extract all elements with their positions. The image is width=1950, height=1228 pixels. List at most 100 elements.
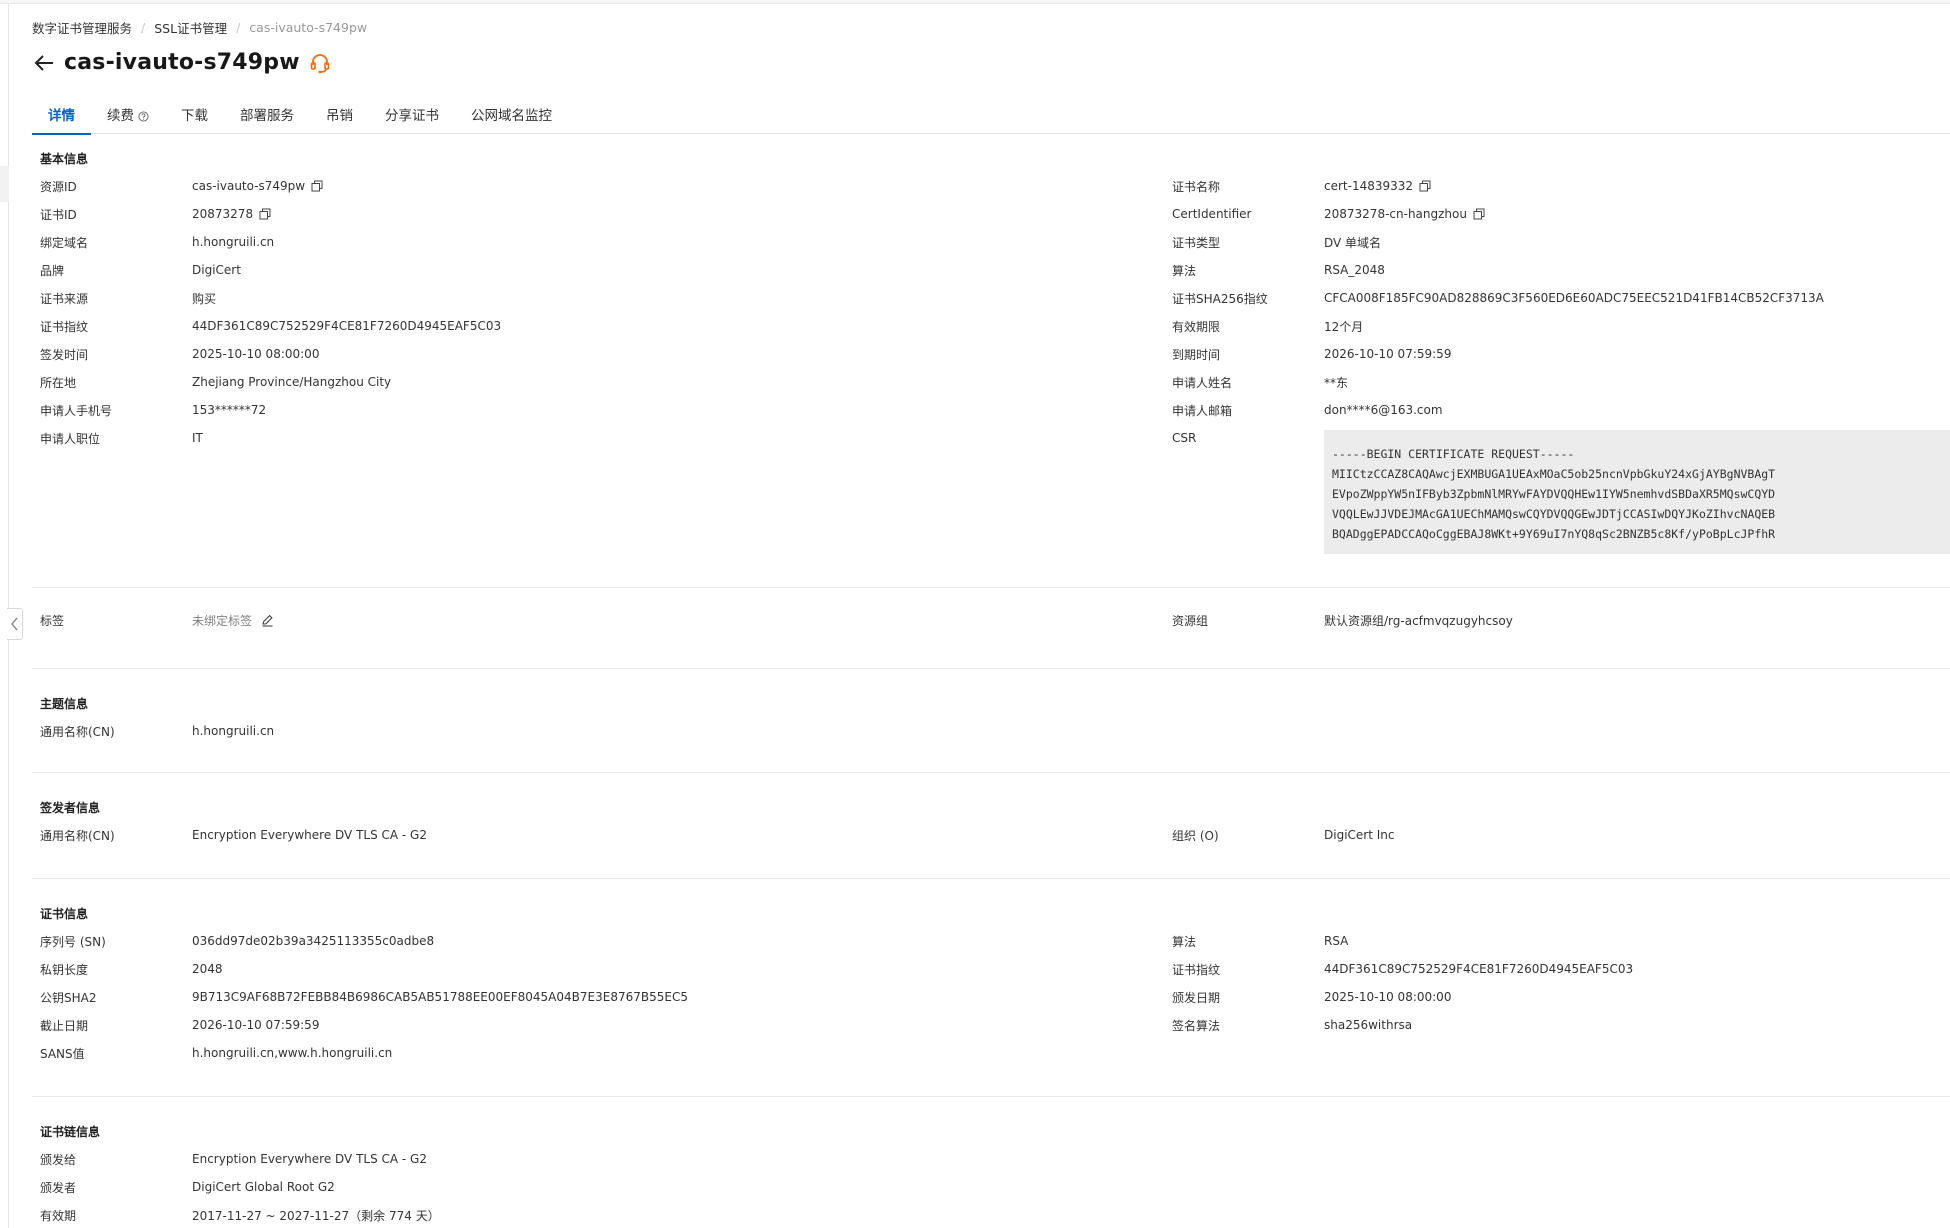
section-title: 主题信息 (40, 697, 89, 711)
field-row: 资源组 默认资源组/rg-acfmvqzugyhcsoy (1172, 613, 1513, 628)
edit-pencil-icon[interactable] (261, 614, 274, 627)
applicant-phone-value: 153******72 (192, 403, 267, 417)
serial-number-value: 036dd97de02b39a3425113355c0adbe8 (192, 934, 435, 948)
issuer-grid: 通用名称(CN) Encryption Everywhere DV TLS CA … (32, 821, 1950, 849)
sha256-fingerprint-value: CFCA008F185FC90AD828869C3F560ED6E60ADC75… (1324, 291, 1824, 305)
cert-info-right-column: 算法 RSA 证书指纹 44DF361C89C752529F4CE81F7260D4… (1164, 927, 1950, 1039)
breadcrumb-item-cas[interactable]: 数字证书管理服务 (32, 18, 132, 37)
copy-icon[interactable] (1473, 208, 1485, 220)
applicant-email-value: don****6@163.com (1324, 403, 1443, 417)
issuer-cn-value: Encryption Everywhere DV TLS CA - G2 (192, 828, 427, 842)
section-title: 基本信息 (40, 152, 89, 166)
chain-validity-value: 2017-11-27 ~ 2027-11-27（剩余 774 天） (192, 1208, 440, 1223)
copy-icon[interactable] (311, 180, 323, 192)
field-row: SANS值 h.hongruili.cn,www.h.hongruili.cn (40, 1046, 393, 1061)
field-row: 证书ID 20873278 (32, 200, 1162, 228)
field-row: 签发时间 2025-10-10 08:00:00 (40, 347, 320, 362)
field-row: 所在地 Zhejiang Province/Hangzhou City (40, 375, 392, 390)
back-arrow-icon[interactable] (32, 51, 56, 75)
detail-content: 基本信息 资源ID cas-ivauto-s749pw 证书ID 20873278 … (32, 150, 1950, 1228)
field-row: 证书SHA256指纹 CFCA008F185FC90AD828869C3F560E… (1172, 291, 1824, 306)
field-row: 有效期 2017-11-27 ~ 2027-11-27（剩余 774 天） (40, 1208, 440, 1223)
basic-info-left-column: 资源ID cas-ivauto-s749pw 证书ID 20873278 绑定域名 h… (32, 172, 1162, 452)
tab-bar: 详情 续费 下载 部署服务 吊销 分享证书 公网域名监控 (32, 98, 1950, 135)
tab-domain-monitor[interactable]: 公网域名监控 (455, 98, 568, 134)
tab-download[interactable]: 下载 (165, 98, 224, 134)
subject-cn-value: h.hongruili.cn (192, 724, 275, 738)
bound-domain-value: h.hongruili.cn (192, 235, 275, 249)
issue-time-value: 2025-10-10 08:00:00 (192, 347, 320, 361)
resource-group-value: 默认资源组/rg-acfmvqzugyhcsoy (1324, 613, 1513, 628)
breadcrumb: 数字证书管理服务 / SSL证书管理 / cas-ivauto-s749pw (32, 18, 367, 37)
field-row: 证书类型 DV 单域名 (1172, 235, 1382, 250)
section-subject-info: 主题信息 通用名称(CN) h.hongruili.cn (32, 669, 1950, 773)
field-row: 颁发给 Encryption Everywhere DV TLS CA - G2 (40, 1152, 427, 1167)
sidebar-expand-button[interactable] (7, 608, 23, 640)
field-row: 到期时间 2026-10-10 07:59:59 (1172, 347, 1452, 362)
tab-share[interactable]: 分享证书 (369, 98, 455, 134)
tags-value: 未绑定标签 (192, 613, 253, 628)
brand-value: DigiCert (192, 263, 241, 277)
field-row: 算法 RSA (1172, 934, 1349, 949)
tab-revoke[interactable]: 吊销 (310, 98, 369, 134)
chain-issued-to-value: Encryption Everywhere DV TLS CA - G2 (192, 1152, 427, 1166)
section-title: 证书链信息 (40, 1125, 101, 1139)
field-row: 证书指纹 44DF361C89C752529F4CE81F7260D4945EAF… (40, 319, 502, 334)
help-circle-icon[interactable] (138, 110, 149, 122)
tab-details[interactable]: 详情 (32, 98, 91, 135)
tags-right-column: 资源组 默认资源组/rg-acfmvqzugyhcsoy (1164, 606, 1950, 634)
cert-fingerprint-value: 44DF361C89C752529F4CE81F7260D4945EAF5C03 (1324, 962, 1634, 976)
field-row: 通用名称(CN) Encryption Everywhere DV TLS CA … (40, 828, 427, 843)
cert-info-grid: 序列号 (SN) 036dd97de02b39a3425113355c0adbe8… (32, 927, 1950, 1067)
copy-icon[interactable] (1419, 180, 1431, 192)
field-row: 通用名称(CN) h.hongruili.cn (40, 724, 275, 739)
field-row: 申请人手机号 153******72 (40, 403, 267, 418)
validity-period-value: 12个月 (1324, 319, 1364, 334)
chevron-left-icon (10, 617, 18, 631)
cert-source-value: 购买 (192, 291, 217, 306)
page-header: cas-ivauto-s749pw (32, 50, 331, 75)
tab-deploy[interactable]: 部署服务 (224, 98, 310, 134)
basic-info-right-column: 证书名称 cert-14839332 CertIdentifier 20873278… (1164, 172, 1950, 452)
section-cert-info: 证书信息 序列号 (SN) 036dd97de02b39a3425113355c0… (32, 879, 1950, 1097)
field-row: 颁发者 DigiCert Global Root G2 (40, 1180, 335, 1195)
section-chain-info: 证书链信息 颁发给 Encryption Everywhere DV TLS CA… (32, 1097, 1950, 1228)
section-issuer-info: 签发者信息 通用名称(CN) Encryption Everywhere DV T… (32, 773, 1950, 879)
expiry-time-value: 2026-10-10 07:59:59 (1324, 347, 1452, 361)
copy-icon[interactable] (259, 208, 271, 220)
section-tags: 标签 未绑定标签 资源组 默认资源组/rg-acfmvqzugyhcsoy (32, 588, 1950, 669)
cert-identifier-value: 20873278-cn-hangzhou (1324, 207, 1467, 221)
tab-renew[interactable]: 续费 (91, 98, 165, 134)
field-row: 有效期限 12个月 (1172, 319, 1364, 334)
issuer-org-value: DigiCert Inc (1324, 828, 1395, 842)
location-value: Zhejiang Province/Hangzhou City (192, 375, 392, 389)
cert-algorithm-value: RSA (1324, 934, 1349, 948)
sans-value: h.hongruili.cn,www.h.hongruili.cn (192, 1046, 393, 1060)
csr-text-box[interactable]: -----BEGIN CERTIFICATE REQUEST----- MIIC… (1324, 430, 1950, 554)
top-border (0, 0, 1950, 4)
chain-issuer-value: DigiCert Global Root G2 (192, 1180, 335, 1194)
field-row: 组织 (O) DigiCert Inc (1172, 828, 1395, 843)
field-row: 标签 未绑定标签 (32, 606, 1162, 634)
field-row: 申请人职位 IT (40, 431, 203, 446)
headset-support-icon[interactable] (309, 52, 331, 74)
issued-date-value: 2025-10-10 08:00:00 (1324, 990, 1452, 1004)
field-row: 申请人邮箱 don****6@163.com (1172, 403, 1443, 418)
applicant-title-value: IT (192, 431, 203, 445)
field-row: 证书名称 cert-14839332 (1164, 172, 1950, 200)
breadcrumb-item-ssl[interactable]: SSL证书管理 (154, 18, 227, 37)
sidebar-rail-marker (0, 166, 9, 202)
field-row: 截止日期 2026-10-10 07:59:59 (40, 1018, 320, 1033)
resource-id-value: cas-ivauto-s749pw (192, 179, 306, 193)
cert-info-left-column: 序列号 (SN) 036dd97de02b39a3425113355c0adbe8… (32, 927, 1162, 1067)
field-row: 证书来源 购买 (40, 291, 217, 306)
cert-name-value: cert-14839332 (1324, 179, 1414, 193)
field-row: 绑定域名 h.hongruili.cn (40, 235, 275, 250)
cert-type-value: DV 单域名 (1324, 235, 1382, 250)
tags-left-column: 标签 未绑定标签 (32, 606, 1162, 634)
field-row: 颁发日期 2025-10-10 08:00:00 (1172, 990, 1452, 1005)
breadcrumb-item-current: cas-ivauto-s749pw (249, 20, 368, 35)
section-title: 证书信息 (40, 907, 89, 921)
fingerprint-value: 44DF361C89C752529F4CE81F7260D4945EAF5C03 (192, 319, 502, 333)
field-row: 签名算法 sha256withrsa (1172, 1018, 1413, 1033)
